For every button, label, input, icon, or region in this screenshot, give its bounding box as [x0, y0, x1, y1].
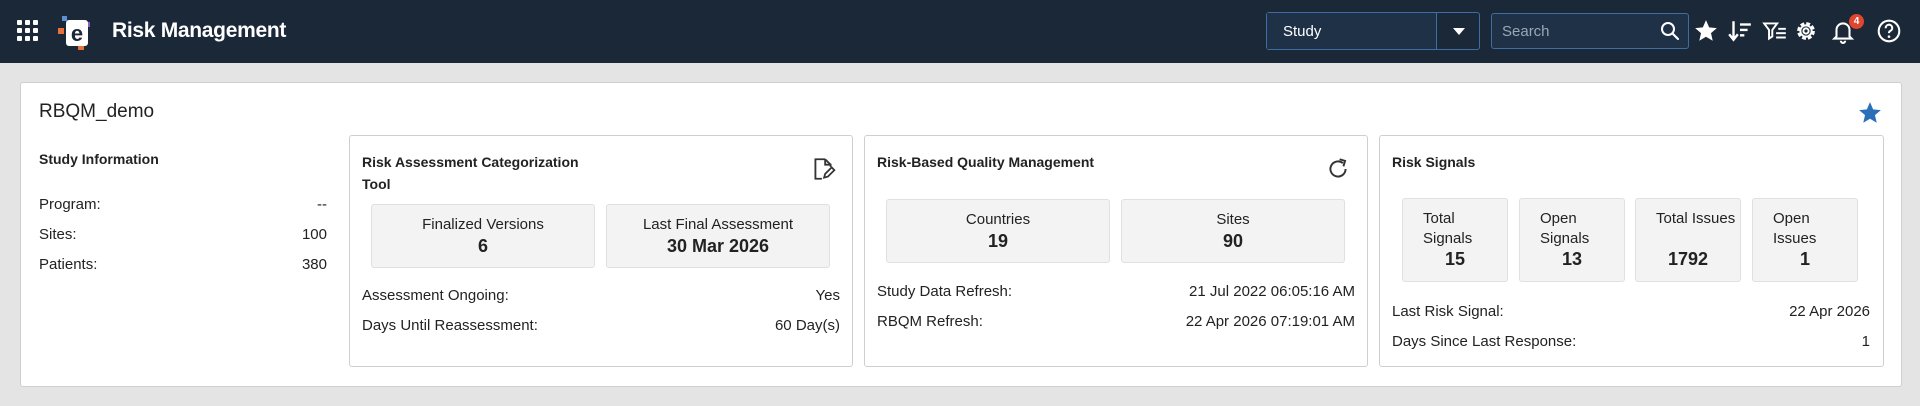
stat-value: 6: [477, 236, 488, 256]
signal-stat-tile: Total Signals 15: [1402, 198, 1508, 282]
settings-gear-icon[interactable]: [1793, 18, 1819, 44]
search-box[interactable]: [1491, 13, 1689, 49]
study-info-value: 100: [301, 226, 327, 243]
ract-detail-row: Assessment Ongoing: Yes: [362, 287, 840, 304]
risk-signals-panel-title: Risk Signals: [1392, 154, 1476, 170]
ract-panel: Risk Assessment Categorization Tool Fina…: [349, 135, 853, 367]
signals-detail-row: Last Risk Signal: 22 Apr 2026: [1392, 303, 1870, 320]
study-info-value: 380: [301, 256, 327, 273]
app-logo: e: [58, 16, 90, 50]
detail-label: Days Until Reassessment:: [362, 317, 538, 334]
study-info-value: --: [317, 196, 327, 213]
signal-stat-tile: Open Issues 1: [1752, 198, 1858, 282]
search-input[interactable]: [1492, 14, 1652, 48]
top-navigation-bar: e Risk Management Study 4: [0, 0, 1920, 63]
study-info-label: Patients:: [39, 256, 98, 273]
study-name-title: RBQM_demo: [39, 101, 155, 122]
detail-label: Last Risk Signal:: [1392, 303, 1504, 320]
rbqm-stat-tile: Countries 19: [886, 199, 1110, 263]
notification-count-badge: 4: [1849, 14, 1864, 29]
signals-detail-row: Days Since Last Response: 1: [1392, 333, 1870, 350]
sort-icon[interactable]: [1727, 18, 1753, 44]
refresh-icon[interactable]: [1325, 156, 1351, 182]
study-info-row: Program: --: [39, 196, 327, 213]
rbqm-stat-tile: Sites 90: [1121, 199, 1345, 263]
study-information-heading: Study Information: [39, 151, 159, 167]
study-selector-value[interactable]: Study: [1267, 13, 1437, 49]
stat-label: Total Issues: [1656, 210, 1736, 227]
stat-value: 30 Mar 2026: [666, 236, 770, 256]
stat-value: 1792: [1667, 249, 1709, 269]
signal-stat-tile: Open Signals 13: [1519, 198, 1625, 282]
ract-stat-tile: Finalized Versions 6: [371, 204, 595, 268]
stat-label: Open Issues: [1773, 210, 1817, 247]
stat-value: 90: [1222, 231, 1244, 251]
signal-stat-tile: Total Issues 1792: [1635, 198, 1741, 282]
edit-document-icon[interactable]: [810, 156, 836, 182]
stat-label: Last Final Assessment: [642, 216, 794, 233]
detail-value: 22 Apr 2026: [1789, 303, 1870, 320]
detail-label: Days Since Last Response:: [1392, 333, 1577, 350]
favorite-study-star-icon[interactable]: [1857, 100, 1883, 126]
stat-label: Total Signals: [1423, 210, 1473, 247]
ract-detail-row: Days Until Reassessment: 60 Day(s): [362, 317, 840, 334]
detail-label: Assessment Ongoing:: [362, 287, 509, 304]
stat-label: Finalized Versions: [422, 216, 544, 233]
detail-value: 21 Jul 2022 06:05:16 AM: [1189, 283, 1355, 300]
detail-value: 22 Apr 2026 07:19:01 AM: [1185, 313, 1355, 330]
detail-label: RBQM Refresh:: [877, 313, 983, 330]
search-icon[interactable]: [1660, 21, 1680, 41]
favorites-star-icon[interactable]: [1693, 18, 1719, 44]
study-selector[interactable]: Study: [1266, 12, 1480, 50]
ract-stat-tile: Last Final Assessment 30 Mar 2026: [606, 204, 830, 268]
chevron-down-icon[interactable]: [1453, 28, 1465, 35]
app-launcher-icon[interactable]: [17, 20, 38, 41]
ract-panel-title: Risk Assessment Categorization Tool: [362, 154, 579, 192]
stat-label: Open Signals: [1540, 210, 1590, 247]
stat-value: 13: [1561, 249, 1583, 269]
stat-value: 1: [1799, 249, 1810, 269]
help-icon[interactable]: [1876, 18, 1902, 44]
stat-label: Countries: [965, 211, 1031, 228]
filter-list-icon[interactable]: [1762, 18, 1788, 44]
stat-value: 15: [1444, 249, 1466, 269]
risk-signals-panel: Risk Signals Total Signals 15 Open Signa…: [1379, 135, 1884, 367]
detail-value: 60 Day(s): [774, 317, 840, 334]
study-info-label: Program:: [39, 196, 101, 213]
rbqm-panel: Risk-Based Quality Management Countries …: [864, 135, 1368, 367]
rbqm-detail-row: Study Data Refresh: 21 Jul 2022 06:05:16…: [877, 283, 1355, 300]
detail-value: Yes: [815, 287, 840, 304]
study-info-row: Patients: 380: [39, 256, 327, 273]
stat-label: Sites: [1216, 211, 1250, 228]
study-info-row: Sites: 100: [39, 226, 327, 243]
app-title: Risk Management: [112, 19, 287, 42]
detail-label: Study Data Refresh:: [877, 283, 1013, 300]
study-overview-card: RBQM_demo Study Information Program: -- …: [20, 82, 1902, 387]
svg-text:e: e: [71, 21, 83, 46]
stat-value: 19: [987, 231, 1009, 251]
study-info-label: Sites:: [39, 226, 77, 243]
rbqm-panel-title: Risk-Based Quality Management: [877, 154, 1095, 170]
rbqm-detail-row: RBQM Refresh: 22 Apr 2026 07:19:01 AM: [877, 313, 1355, 330]
detail-value: 1: [1861, 333, 1870, 350]
